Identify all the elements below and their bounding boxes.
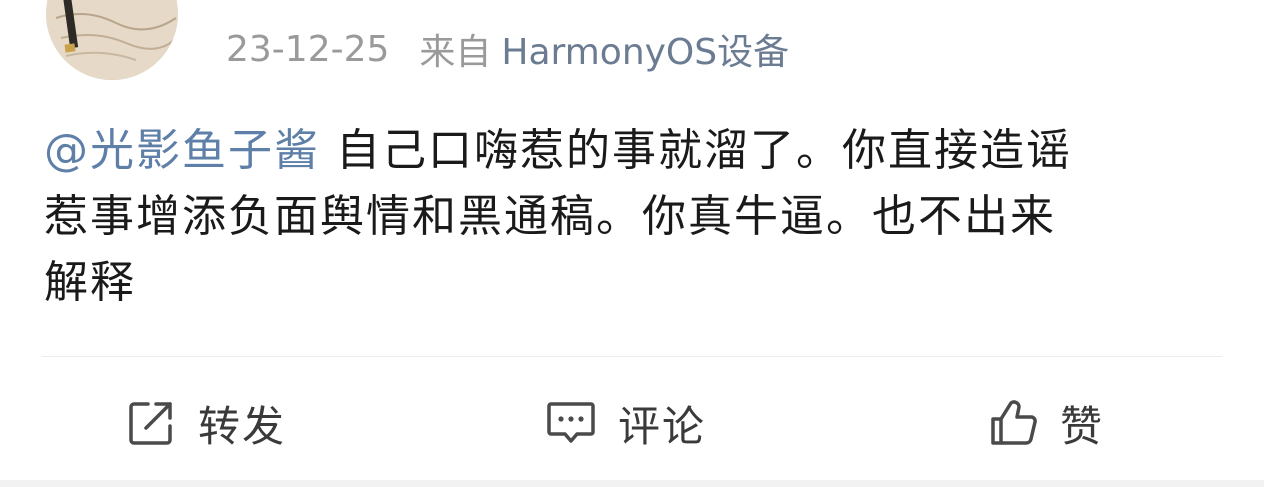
- post-text-line-1: @光影鱼子酱 自己口嗨惹的事就溜了。你直接造谣: [44, 118, 1228, 184]
- post-date: 23-12-25: [226, 28, 390, 70]
- bottom-separator: [0, 480, 1264, 487]
- divider: [42, 356, 1222, 357]
- post-meta: 23-12-25 来自 HarmonyOS设备: [226, 22, 789, 76]
- post-text-line-3: 解释: [44, 257, 136, 308]
- forward-label: 转发: [198, 401, 287, 451]
- comment-bubble-icon: [544, 396, 598, 450]
- share-box-icon: [124, 396, 178, 450]
- post-text-segment: 自己口嗨惹的事就溜了。你直接造谣: [320, 125, 1072, 176]
- mention-link[interactable]: @光影鱼子酱: [44, 125, 320, 176]
- post-text: @光影鱼子酱 自己口嗨惹的事就溜了。你直接造谣 惹事增添负面舆情和黑通稿。你真牛…: [44, 118, 1228, 316]
- source-device-link[interactable]: HarmonyOS设备: [501, 23, 789, 75]
- forward-button[interactable]: 转发: [124, 388, 286, 458]
- post-text-line-2: 惹事增添负面舆情和黑通稿。你真牛逼。也不出来: [44, 191, 1056, 242]
- action-bar: 转发 评论 赞: [0, 388, 1264, 458]
- avatar[interactable]: [46, 0, 178, 80]
- like-button[interactable]: 赞: [986, 388, 1104, 458]
- source-prefix: 来自: [419, 32, 492, 73]
- comment-label: 评论: [618, 401, 707, 451]
- like-label: 赞: [1060, 401, 1105, 451]
- avatar-image: [46, 0, 178, 80]
- thumbs-up-icon: [986, 396, 1040, 450]
- comment-button[interactable]: 评论: [544, 388, 706, 458]
